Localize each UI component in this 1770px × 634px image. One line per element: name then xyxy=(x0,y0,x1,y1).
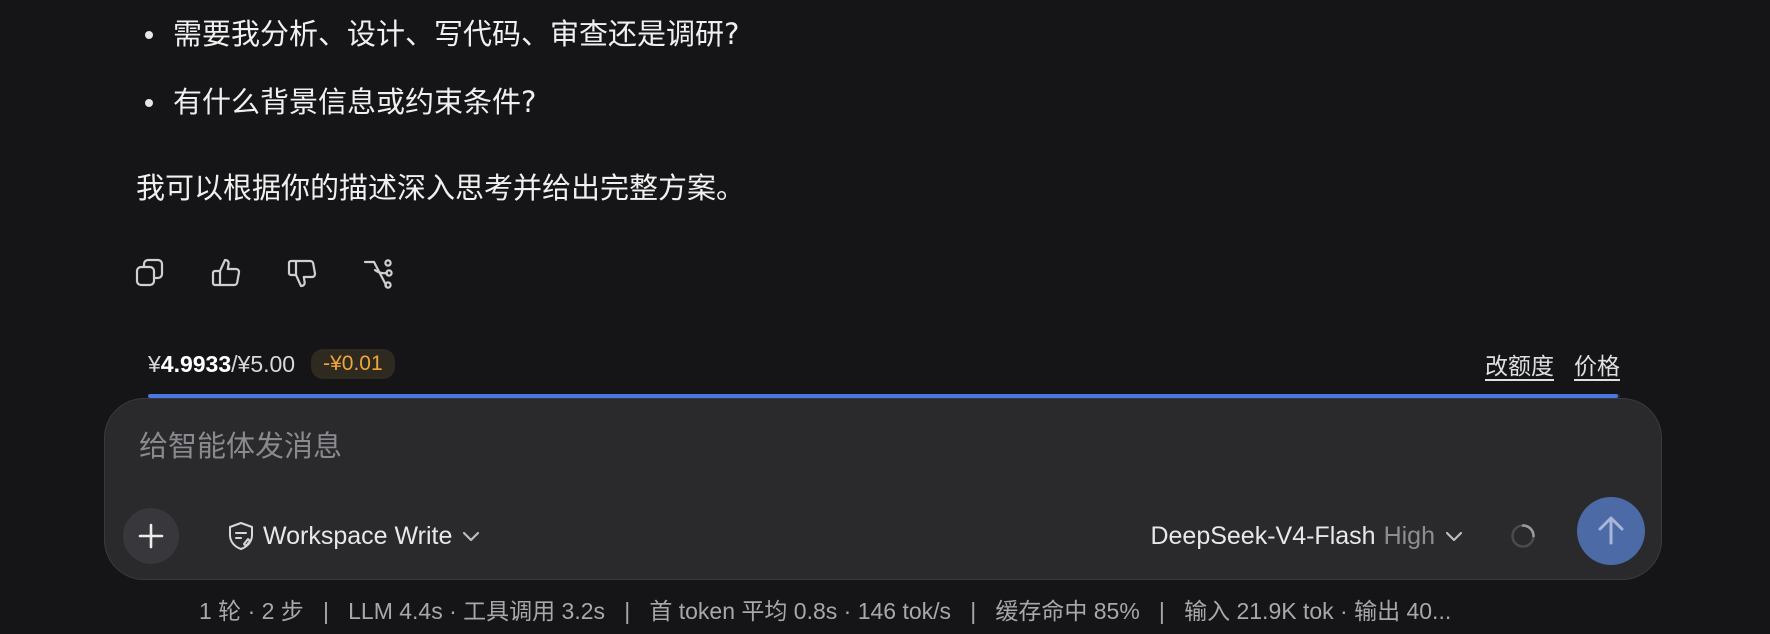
copy-button[interactable] xyxy=(134,256,166,290)
loading-spinner-icon xyxy=(1511,524,1535,548)
balance-value: 4.9933 xyxy=(160,350,232,377)
branch-icon xyxy=(363,259,393,289)
chevron-down-icon xyxy=(463,531,480,542)
price-link[interactable]: 价格 xyxy=(1574,347,1620,381)
balance-limit: /¥5.00 xyxy=(231,350,296,377)
copy-icon xyxy=(135,258,164,287)
message-input[interactable] xyxy=(137,421,1541,471)
add-attachment-button[interactable] xyxy=(123,508,179,564)
chat-page: 需要我分析、设计、写代码、审查还是调研? 有什么背景信息或约束条件? 我可以根据… xyxy=(0,0,1770,634)
plus-icon xyxy=(138,523,164,549)
message-paragraph: 我可以根据你的描述深入思考并给出完整方案。 xyxy=(136,171,746,205)
arrow-up-icon xyxy=(1598,516,1624,545)
like-button[interactable] xyxy=(210,256,242,290)
dislike-button[interactable] xyxy=(286,256,318,290)
message-actions xyxy=(134,256,394,290)
reasoning-level: High xyxy=(1383,521,1435,550)
balance-text: ¥4.9933/¥5.00 xyxy=(148,351,295,378)
model-name: DeepSeek-V4-Flash xyxy=(1150,521,1376,550)
thumbs-down-icon xyxy=(287,259,317,288)
run-stats: 1 轮 · 2 步 | LLM 4.4s · 工具调用 3.2s | 首 tok… xyxy=(199,598,1452,624)
chevron-down-icon xyxy=(1445,531,1463,542)
message-composer: Workspace Write DeepSeek-V4-Flash High xyxy=(104,398,1662,580)
thumbs-up-icon xyxy=(211,258,241,287)
message-bullet-list: 需要我分析、设计、写代码、审查还是调研? 有什么背景信息或约束条件? xyxy=(136,8,739,144)
quota-bar: ¥4.9933/¥5.00 -¥0.01 改额度 价格 xyxy=(148,346,1620,382)
message-bullet-item: 需要我分析、设计、写代码、审查还是调研? xyxy=(136,8,739,60)
permission-mode-label: Workspace Write xyxy=(263,521,453,550)
change-quota-link[interactable]: 改额度 xyxy=(1485,347,1554,381)
cost-delta-badge: -¥0.01 xyxy=(311,349,395,379)
shield-icon xyxy=(229,522,253,550)
message-bullet-item: 有什么背景信息或约束条件? xyxy=(136,76,739,128)
send-button[interactable] xyxy=(1577,497,1645,565)
model-select[interactable]: DeepSeek-V4-Flash High xyxy=(1150,517,1465,555)
quota-links: 改额度 价格 xyxy=(1485,347,1620,381)
permission-mode-select[interactable]: Workspace Write xyxy=(227,517,482,555)
branch-button[interactable] xyxy=(362,256,394,290)
currency-symbol: ¥ xyxy=(148,350,161,377)
